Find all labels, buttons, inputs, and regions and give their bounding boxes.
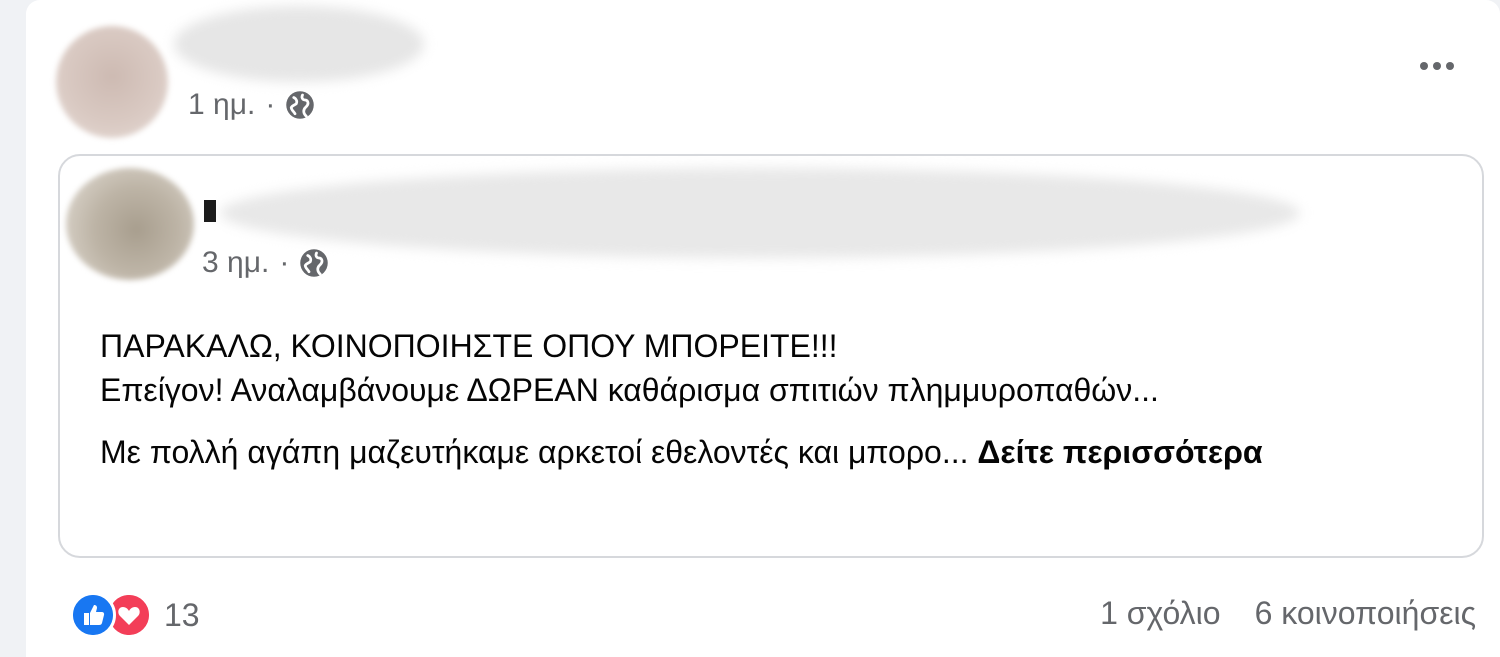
post-meta: 1 ημ. ·: [188, 88, 315, 122]
globe-icon: [300, 249, 329, 277]
author-avatar[interactable]: [56, 26, 168, 138]
shared-author-avatar[interactable]: [66, 168, 194, 280]
shared-author-name-blurred[interactable]: [220, 168, 1300, 258]
see-more-link[interactable]: Δείτε περισσότερα: [977, 434, 1262, 470]
dot: [1420, 62, 1428, 70]
dot: [1446, 62, 1454, 70]
post-timestamp[interactable]: 1 ημ.: [188, 88, 255, 122]
shares-count-link[interactable]: 6 κοινοποιήσεις: [1255, 595, 1476, 632]
shared-post-card[interactable]: 3 ημ. · ΠΑΡΑΚΑΛΩ, ΚΟΙΝΟΠΟΙΗΣΤΕ ΟΠΟΥ ΜΠΟΡ…: [58, 154, 1484, 558]
post-text-line: Επείγον! Αναλαμβάνουμε ΔΩΡΕΑΝ καθάρισμα …: [100, 372, 1159, 408]
dot: [1433, 62, 1441, 70]
post-text-line: ΠΑΡΑΚΑΛΩ, ΚΟΙΝΟΠΟΙΗΣΤΕ ΟΠΟΥ ΜΠΟΡΕΙΤΕ!!!: [100, 328, 838, 364]
shared-post-text: ΠΑΡΑΚΑΛΩ, ΚΟΙΝΟΠΟΙΗΣΤΕ ΟΠΟΥ ΜΠΟΡΕΙΤΕ!!! …: [100, 324, 1440, 474]
reaction-count: 13: [164, 596, 200, 633]
meta-separator: ·: [279, 246, 290, 279]
shared-post-timestamp[interactable]: 3 ημ.: [202, 246, 269, 280]
engagement-stats: 1 σχόλιο 6 κοινοποιήσεις: [1100, 595, 1476, 632]
meta-separator: ·: [265, 88, 276, 121]
feed-post: 1 ημ. · 3 ημ. · ΠΑΡΑΚΑΛΩ, ΚΟΙΝΟΠΟΙΗΣΤΕ Ο…: [26, 0, 1500, 657]
reactions-summary[interactable]: 13: [70, 592, 200, 638]
more-options-button[interactable]: [1420, 62, 1454, 70]
post-text-truncated: Με πολλή αγάπη μαζευτήκαμε αρκετοί εθελο…: [100, 434, 978, 470]
like-icon: [70, 592, 116, 638]
comments-count-link[interactable]: 1 σχόλιο: [1100, 595, 1220, 632]
shared-author-name-fragment: [204, 200, 216, 222]
globe-icon: [286, 91, 315, 119]
author-name-blurred[interactable]: [174, 6, 424, 82]
shared-post-meta: 3 ημ. ·: [202, 246, 329, 280]
post-text-line: Με πολλή αγάπη μαζευτήκαμε αρκετοί εθελο…: [100, 430, 1440, 474]
